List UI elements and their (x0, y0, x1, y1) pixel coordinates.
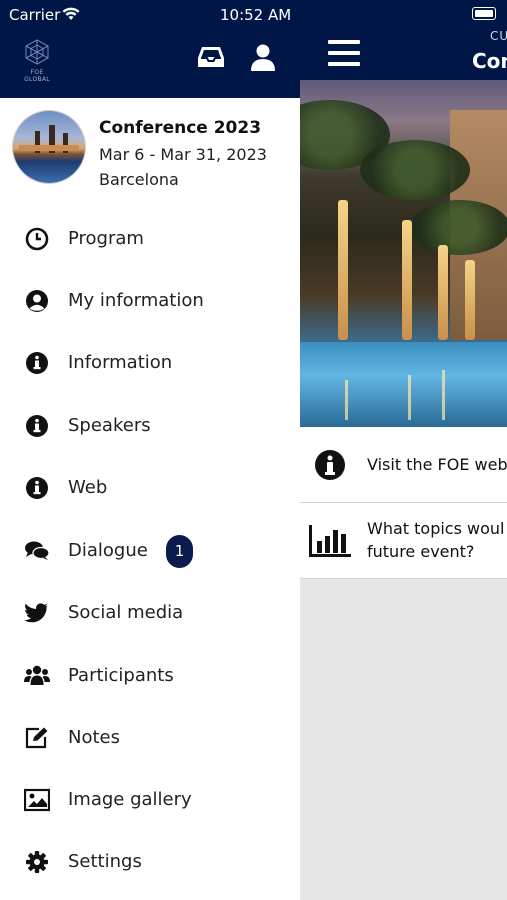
user-icon[interactable] (251, 44, 275, 72)
side-drawer: Carrier 10:52 AM FOE GLOBAL Conference 2… (0, 0, 300, 900)
event-dates: Mar 6 - Mar 31, 2023 (99, 145, 267, 164)
logo-text: FOE GLOBAL (24, 69, 50, 83)
event-location: Barcelona (99, 170, 179, 189)
twitter-icon (24, 603, 48, 623)
card-visit-web[interactable]: Visit the FOE web (300, 427, 507, 503)
menu-label: Social media (68, 602, 184, 623)
menu-item-dialogue[interactable]: Dialogue 1 (0, 520, 300, 582)
inbox-icon[interactable] (197, 45, 225, 69)
gear-icon (26, 851, 48, 873)
menu-label: Notes (68, 727, 120, 748)
menu-item-information[interactable]: Information (0, 332, 300, 394)
users-icon (24, 665, 50, 685)
info-icon (26, 415, 48, 437)
card-text: Visit the FOE web (367, 455, 507, 474)
image-icon (24, 788, 50, 812)
event-avatar (13, 111, 85, 183)
unread-badge: 1 (166, 535, 193, 568)
menu-label: Dialogue (68, 540, 148, 561)
wifi-icon (62, 7, 80, 20)
user-circle-icon (26, 290, 48, 312)
menu-label: Web (68, 477, 108, 498)
main-header-subtitle: CU (490, 29, 507, 43)
menu-label: Image gallery (68, 789, 192, 810)
hamburger-menu-icon[interactable] (328, 40, 360, 66)
menu-label: Program (68, 228, 144, 249)
menu-item-speakers[interactable]: Speakers (0, 395, 300, 457)
info-icon (26, 477, 48, 499)
menu-item-my-information[interactable]: My information (0, 270, 300, 332)
bar-chart-icon (309, 525, 351, 557)
carrier-label: Carrier (9, 6, 61, 24)
menu-item-notes[interactable]: Notes (0, 707, 300, 769)
card-survey[interactable]: What topics woul future event? (300, 503, 507, 579)
menu-label: Speakers (68, 415, 151, 436)
drawer-header: Carrier 10:52 AM FOE GLOBAL (0, 0, 300, 98)
main-header-title: Con (472, 49, 507, 73)
card-text-line2: future event? (367, 542, 475, 561)
event-title: Conference 2023 (99, 118, 262, 138)
main-header: CU Con (300, 0, 507, 80)
menu-item-program[interactable]: Program (0, 208, 300, 270)
menu-item-web[interactable]: Web (0, 457, 300, 519)
menu-item-participants[interactable]: Participants (0, 645, 300, 707)
hero-image (300, 80, 507, 427)
edit-icon (25, 727, 48, 749)
menu-item-image-gallery[interactable]: Image gallery (0, 769, 300, 831)
main-panel: CU Con Visit the FOE web (300, 0, 507, 900)
clock-icon (25, 227, 49, 251)
info-icon (26, 352, 48, 374)
menu-label: Participants (68, 665, 174, 686)
foe-global-logo: FOE GLOBAL (18, 38, 56, 83)
status-time: 10:52 AM (220, 6, 292, 24)
menu-item-settings[interactable]: Settings (0, 831, 300, 893)
chat-icon (25, 541, 50, 560)
menu-item-social-media[interactable]: Social media (0, 582, 300, 644)
menu-label: Information (68, 352, 173, 373)
info-icon (315, 450, 345, 480)
battery-icon (472, 7, 496, 20)
card-text-line1: What topics woul (367, 519, 505, 538)
event-summary[interactable]: Conference 2023 Mar 6 - Mar 31, 2023 Bar… (0, 98, 300, 208)
menu-label: Settings (68, 851, 142, 872)
menu-label: My information (68, 290, 204, 311)
